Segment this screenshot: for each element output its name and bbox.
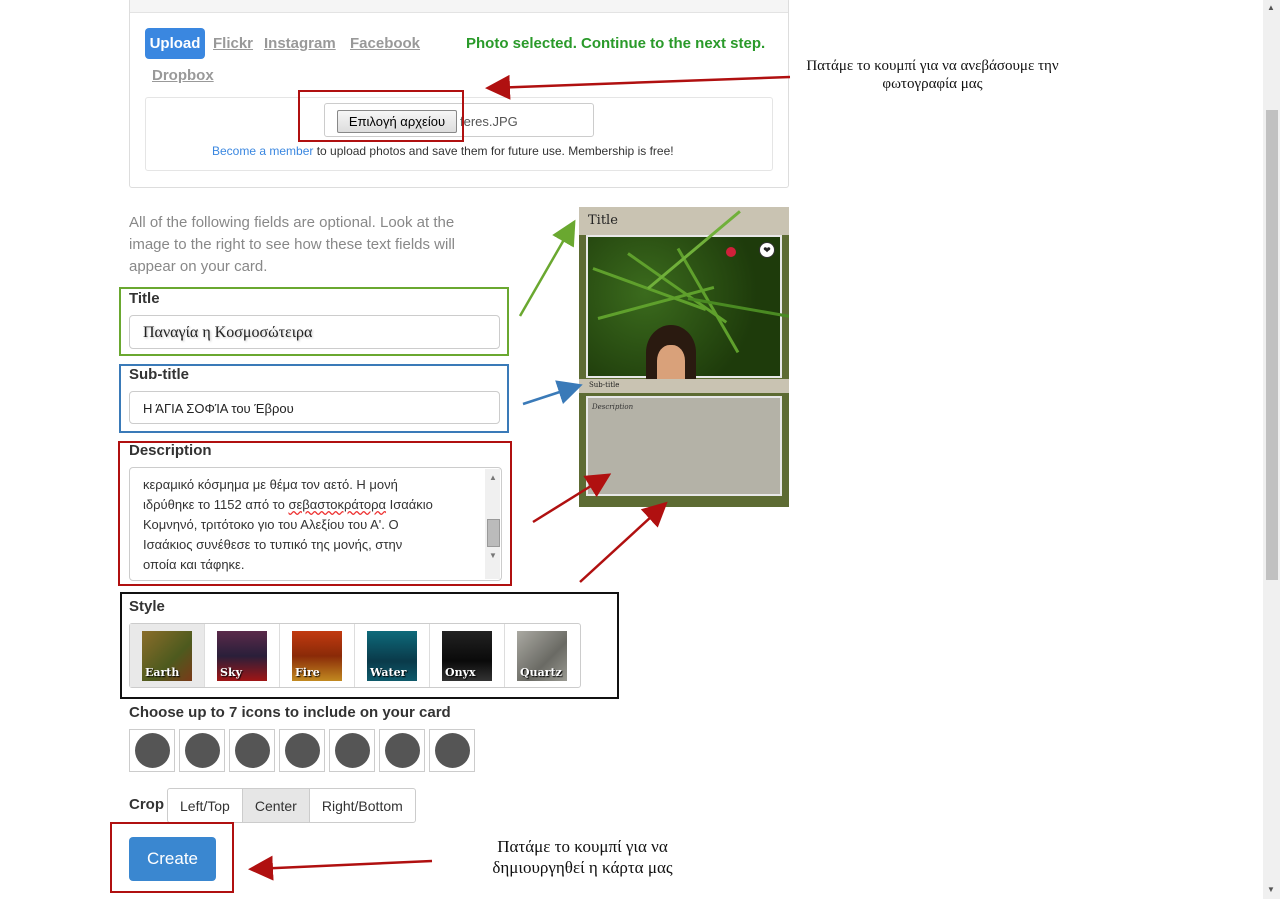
page-scroll-down-icon[interactable]: ▼ bbox=[1267, 885, 1275, 894]
arrow-description-2 bbox=[579, 501, 668, 583]
page-scroll-up-icon[interactable]: ▲ bbox=[1267, 3, 1275, 12]
arrow-subtitle bbox=[522, 380, 583, 406]
annotation-arrows bbox=[248, 74, 791, 881]
arrow-upload bbox=[485, 74, 791, 100]
arrow-title bbox=[518, 219, 576, 317]
arrow-create bbox=[248, 855, 433, 881]
arrow-description-1 bbox=[532, 473, 612, 524]
page-scroll-thumb[interactable] bbox=[1266, 110, 1278, 580]
